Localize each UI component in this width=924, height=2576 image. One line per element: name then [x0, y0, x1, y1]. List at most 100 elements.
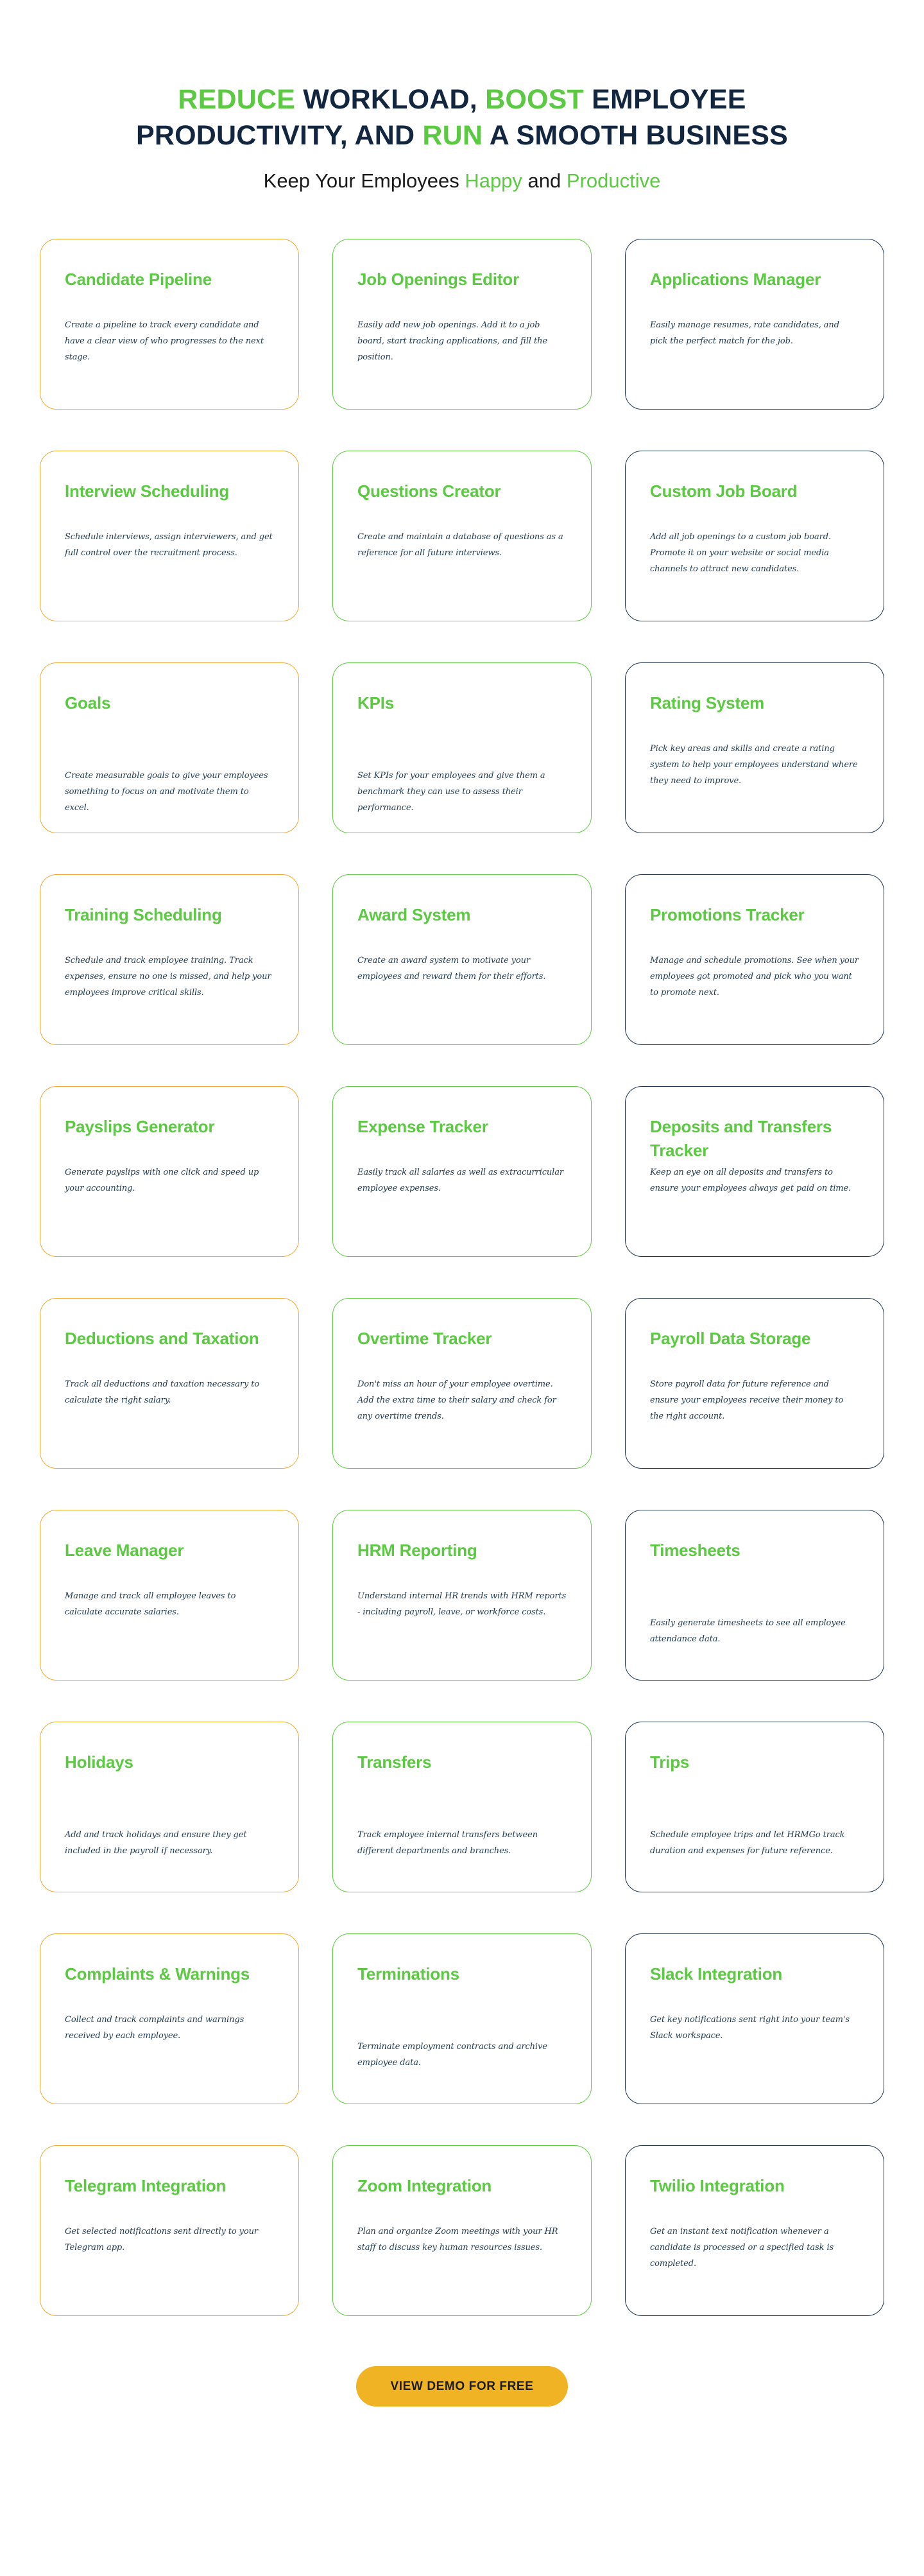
feature-card-title: Timesheets [650, 1541, 740, 1560]
feature-card-description: Create and maintain a database of questi… [357, 532, 563, 558]
feature-card-title: Complaints & Warnings [65, 1964, 250, 1984]
feature-card[interactable]: Complaints & Warnings Collect and track c… [40, 1933, 299, 2105]
feature-card[interactable]: KPIs Set KPIs for your employees and give… [332, 662, 592, 834]
feature-card-description: Schedule employee trips and let HRMGo tr… [650, 1830, 845, 1856]
feature-card[interactable]: Terminations Terminate employment contrac… [332, 1933, 592, 2105]
feature-card[interactable]: Deductions and Taxation Track all deducti… [40, 1298, 299, 1469]
feature-card-description: Understand internal HR trends with HRM r… [357, 1591, 567, 1618]
feature-card[interactable]: Goals Create measurable goals to give you… [40, 662, 299, 834]
highlight-word: REDUCE [178, 84, 296, 115]
feature-card[interactable]: Zoom Integration Plan and organize Zoom m… [332, 2145, 592, 2317]
feature-card-description: Keep an eye on all deposits and transfer… [650, 1168, 851, 1194]
feature-card-title: Expense Tracker [357, 1117, 488, 1137]
feature-card-description: Collect and track complaints and warning… [65, 2015, 244, 2041]
feature-card-description: Pick key areas and skills and create a r… [650, 744, 858, 786]
feature-card-description: Get key notifications sent right into yo… [650, 2015, 850, 2041]
feature-card-description: Add all job openings to a custom job boa… [650, 532, 832, 574]
feature-card-title: Applications Manager [650, 270, 821, 290]
plain-word: A SMOOTH BUSINESS [483, 119, 788, 151]
feature-card-description: Get an instant text notification wheneve… [650, 2227, 834, 2269]
feature-card-title: HRM Reporting [357, 1541, 477, 1560]
feature-card-title: Slack Integration [650, 1964, 783, 1984]
feature-card-title: Interview Scheduling [65, 481, 230, 501]
feature-card[interactable]: Overtime Tracker Don't miss an hour of yo… [332, 1298, 592, 1469]
highlight-word: Happy [465, 169, 522, 192]
feature-card[interactable]: Interview Scheduling Schedule interviews,… [40, 451, 299, 622]
feature-card-description: Generate payslips with one click and spe… [65, 1168, 259, 1194]
plain-word: Keep Your Employees [263, 169, 465, 192]
highlight-word: BOOST [485, 84, 584, 115]
feature-card-description: Track all deductions and taxation necess… [65, 1379, 260, 1406]
feature-card[interactable]: Twilio Integration Get an instant text no… [625, 2145, 884, 2317]
feature-card-description: Create an award system to motivate your … [357, 956, 546, 982]
feature-card[interactable]: Promotions Tracker Manage and schedule pr… [625, 874, 884, 1046]
view-demo-button[interactable]: VIEW DEMO FOR FREE [355, 2366, 569, 2407]
page-subtitle: Keep Your Employees Happy and Productive [77, 168, 847, 194]
feature-card-title: Candidate Pipeline [65, 270, 212, 290]
feature-card[interactable]: Rating System Pick key areas and skills a… [625, 662, 884, 834]
feature-card-title: Trips [650, 1752, 690, 1772]
feature-card-title: Leave Manager [65, 1541, 184, 1560]
feature-card[interactable]: Deposits and Transfers Tracker Keep an ey… [625, 1086, 884, 1258]
feature-card-title: Promotions Tracker [650, 905, 805, 925]
feature-card[interactable]: Payroll Data Storage Store payroll data f… [625, 1298, 884, 1469]
feature-card-title: KPIs [357, 693, 395, 713]
feature-card-description: Schedule interviews, assign interviewers… [65, 532, 273, 558]
feature-card-description: Plan and organize Zoom meetings with you… [357, 2227, 558, 2253]
feature-card-description: Get selected notifications sent directly… [65, 2227, 259, 2253]
feature-card-title: Deposits and Transfers Tracker [650, 1117, 832, 1160]
feature-card[interactable]: Slack Integration Get key notifications s… [625, 1933, 884, 2105]
feature-card-description: Create a pipeline to track every candida… [65, 320, 264, 362]
feature-card[interactable]: Custom Job Board Add all job openings to … [625, 451, 884, 622]
highlight-word: RUN [422, 119, 483, 151]
feature-card-description: Manage and schedule promotions. See when… [650, 956, 859, 998]
feature-card-description: Terminate employment contracts and archi… [357, 2042, 547, 2068]
plain-word: WORKLOAD, [295, 84, 486, 115]
feature-card-title: Terminations [357, 1964, 459, 1984]
feature-card-title: Payroll Data Storage [650, 1329, 811, 1349]
feature-card-description: Don't miss an hour of your employee over… [357, 1379, 556, 1421]
feature-card-title: Payslips Generator [65, 1117, 215, 1137]
features-grid: Candidate Pipeline Create a pipeline to t… [26, 239, 898, 2357]
feature-card-title: Questions Creator [357, 481, 501, 501]
feature-card-title: Rating System [650, 693, 765, 713]
highlight-word: Productive [566, 169, 661, 192]
feature-card[interactable]: Applications Manager Easily manage resume… [625, 239, 884, 410]
feature-card[interactable]: Transfers Track employee internal transfe… [332, 1722, 592, 1893]
feature-card-title: Job Openings Editor [357, 270, 519, 290]
feature-card-description: Store payroll data for future reference … [650, 1379, 844, 1421]
feature-card[interactable]: Training Scheduling Schedule and track em… [40, 874, 299, 1046]
feature-card-description: Schedule and track employee training. Tr… [65, 956, 271, 998]
feature-card-title: Training Scheduling [65, 905, 222, 925]
feature-card-title: Goals [65, 693, 111, 713]
feature-card-title: Overtime Tracker [357, 1329, 492, 1349]
feature-card-title: Twilio Integration [650, 2176, 785, 2196]
feature-card[interactable]: Trips Schedule employee trips and let HRM… [625, 1722, 884, 1893]
feature-card-title: Custom Job Board [650, 481, 798, 501]
features-page: REDUCE WORKLOAD, BOOST EMPLOYEE PRODUCTI… [0, 0, 924, 2484]
feature-card-title: Telegram Integration [65, 2176, 227, 2196]
feature-card[interactable]: Award System Create an award system to mo… [332, 874, 592, 1046]
feature-card-description: Easily generate timesheets to see all em… [650, 1618, 846, 1645]
feature-card[interactable]: Questions Creator Create and maintain a d… [332, 451, 592, 622]
cta-section: VIEW DEMO FOR FREE [0, 2366, 924, 2484]
feature-card-description: Manage and track all employee leaves to … [65, 1591, 236, 1618]
feature-card[interactable]: Telegram Integration Get selected notific… [40, 2145, 299, 2317]
feature-card-description: Add and track holidays and ensure they g… [65, 1830, 247, 1856]
feature-card[interactable]: Expense Tracker Easily track all salaries… [332, 1086, 592, 1258]
feature-card-description: Easily track all salaries as well as ext… [357, 1168, 563, 1194]
feature-card[interactable]: Holidays Add and track holidays and ensur… [40, 1722, 299, 1893]
feature-card[interactable]: Leave Manager Manage and track all employ… [40, 1510, 299, 1681]
feature-card[interactable]: HRM Reporting Understand internal HR tren… [332, 1510, 592, 1681]
feature-card[interactable]: Job Openings Editor Easily add new job op… [332, 239, 592, 410]
feature-card[interactable]: Candidate Pipeline Create a pipeline to t… [40, 239, 299, 410]
feature-card-description: Easily add new job openings. Add it to a… [357, 320, 547, 362]
feature-card-description: Track employee internal transfers betwee… [357, 1830, 538, 1856]
feature-card[interactable]: Payslips Generator Generate payslips with… [40, 1086, 299, 1258]
feature-card-title: Transfers [357, 1752, 432, 1772]
feature-card-title: Zoom Integration [357, 2176, 492, 2196]
feature-card-description: Create measurable goals to give your emp… [65, 771, 268, 813]
feature-card[interactable]: Timesheets Easily generate timesheets to … [625, 1510, 884, 1681]
feature-card-title: Award System [357, 905, 471, 925]
page-title: REDUCE WORKLOAD, BOOST EMPLOYEE PRODUCTI… [122, 82, 802, 154]
